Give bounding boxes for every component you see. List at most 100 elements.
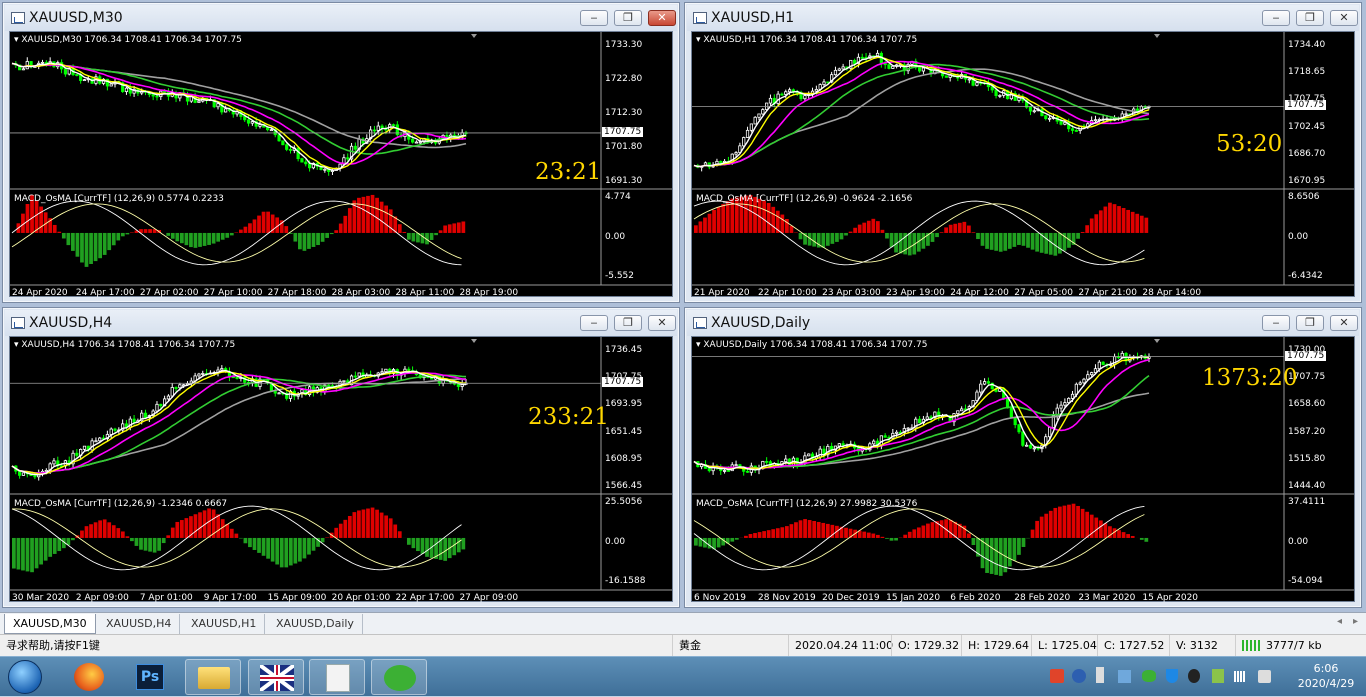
osma-bar: [794, 522, 798, 538]
chart-info-label: ▾ XAUUSD,M30 1706.34 1708.41 1706.34 170…: [14, 35, 242, 45]
taskbar-app-explorer[interactable]: [185, 659, 241, 695]
chart-area[interactable]: ▾ XAUUSD,M30 1706.34 1708.41 1706.34 170…: [9, 31, 673, 297]
maximize-button[interactable]: ❐: [614, 10, 642, 26]
macd-tick-label: -6.4342: [1288, 271, 1323, 281]
taskbar-app-document[interactable]: [309, 659, 365, 695]
flag-icon[interactable]: [1212, 669, 1224, 683]
candle-body: [392, 125, 394, 126]
candle-body: [1071, 129, 1073, 131]
tab-h4[interactable]: XAUUSD,H4: [98, 614, 180, 634]
osma-bar: [21, 538, 25, 571]
candle-body: [976, 83, 978, 86]
chart-window-h1[interactable]: XAUUSD,H1‒❐✕▾ XAUUSD,H1 1706.34 1708.41 …: [684, 2, 1362, 303]
network-cube-icon[interactable]: [1118, 670, 1131, 683]
chart-window-d1[interactable]: XAUUSD,Daily‒❐✕▾ XAUUSD,Daily 1706.34 17…: [684, 307, 1362, 608]
osma-bar: [107, 233, 111, 250]
osma-bar: [189, 233, 193, 247]
price-tick-label: 1608.95: [605, 454, 642, 464]
candle-body: [76, 75, 78, 76]
osma-bar: [253, 538, 257, 550]
time-tick-label: 15 Apr 2020: [1142, 593, 1198, 603]
maximize-button[interactable]: ❐: [1296, 315, 1324, 331]
ma-white-line: [694, 357, 1149, 470]
price-tick-label: 1444.40: [1288, 481, 1325, 491]
minimize-button[interactable]: ‒: [580, 315, 608, 331]
ime-s-icon[interactable]: [1050, 669, 1064, 683]
tab-h1[interactable]: XAUUSD,H1: [183, 614, 265, 634]
window-title-bar[interactable]: XAUUSD,H4‒❐✕: [5, 310, 677, 336]
candle-body: [1136, 109, 1138, 111]
osma-bar: [771, 207, 775, 233]
maximize-button[interactable]: ❐: [1296, 10, 1324, 26]
taskbar-app-firefox[interactable]: [62, 659, 118, 695]
window-title-bar[interactable]: XAUUSD,M30‒❐✕: [5, 5, 677, 31]
osma-bar: [1058, 233, 1062, 254]
clock[interactable]: 6:06 2020/4/29: [1290, 657, 1362, 697]
osma-bar: [439, 230, 443, 233]
time-tick-label: 28 Nov 2019: [758, 593, 816, 603]
chart-area[interactable]: ▾ XAUUSD,H1 1706.34 1708.41 1706.34 1707…: [691, 31, 1355, 297]
wechat-tray-icon[interactable]: [1142, 670, 1156, 682]
candle-body: [1060, 121, 1062, 124]
osma-bar: [1026, 233, 1030, 248]
candle-body: [1014, 417, 1016, 424]
tab-scroll-right-icon[interactable]: ▸: [1353, 616, 1358, 627]
status-close: C: 1727.52: [1097, 635, 1169, 656]
minimize-button[interactable]: ‒: [580, 10, 608, 26]
security-shield-icon[interactable]: [1166, 669, 1178, 683]
osma-bar: [790, 524, 794, 538]
chart-canvas[interactable]: [10, 337, 672, 601]
candle-body: [156, 96, 158, 97]
chart-window-h4[interactable]: XAUUSD,H4‒❐✕▾ XAUUSD,H4 1706.34 1708.41 …: [2, 307, 680, 608]
osma-bar: [461, 538, 465, 549]
osma-bar: [703, 218, 707, 233]
osma-bar: [266, 212, 270, 233]
minimize-button[interactable]: ‒: [1262, 10, 1290, 26]
close-button[interactable]: ✕: [648, 10, 676, 26]
candle-body: [419, 142, 421, 143]
candle-body: [1048, 427, 1050, 436]
osma-bar: [293, 233, 297, 242]
taskbar-app-metatrader[interactable]: [248, 659, 304, 695]
candle-body: [385, 369, 387, 371]
maximize-button[interactable]: ❐: [614, 315, 642, 331]
help-icon[interactable]: [1072, 669, 1086, 683]
chart-window-m30[interactable]: XAUUSD,M30‒❐✕▾ XAUUSD,M30 1706.34 1708.4…: [2, 2, 680, 303]
chart-area[interactable]: ▾ XAUUSD,Daily 1706.34 1708.41 1706.34 1…: [691, 336, 1355, 602]
candle-body: [842, 67, 844, 69]
osma-bar: [1040, 517, 1044, 538]
start-button[interactable]: [8, 660, 42, 694]
volume-muted-icon[interactable]: [1258, 670, 1271, 683]
osma-bar: [821, 523, 825, 538]
window-title-bar[interactable]: XAUUSD,H1‒❐✕: [687, 5, 1359, 31]
tab-m30[interactable]: XAUUSD,M30: [4, 614, 96, 634]
qq-icon[interactable]: [1188, 669, 1200, 683]
chart-area[interactable]: ▾ XAUUSD,H4 1706.34 1708.41 1706.34 1707…: [9, 336, 673, 602]
osma-bar: [103, 519, 107, 538]
chart-canvas[interactable]: [692, 32, 1354, 296]
chart-info-label: ▾ XAUUSD,H4 1706.34 1708.41 1706.34 1707…: [14, 340, 235, 350]
osma-bar: [330, 233, 334, 234]
taskbar-app-wechat[interactable]: [371, 659, 427, 695]
tab-scroll-left-icon[interactable]: ◂: [1337, 616, 1342, 627]
pen-icon[interactable]: [1096, 667, 1104, 683]
close-button[interactable]: ✕: [1330, 10, 1358, 26]
minimize-button[interactable]: ‒: [1262, 315, 1290, 331]
osma-bar: [375, 510, 379, 538]
close-button[interactable]: ✕: [1330, 315, 1358, 331]
current-price-tag: 1707.75: [602, 127, 643, 137]
taskbar-app-photoshop[interactable]: Ps: [122, 659, 178, 695]
osma-bar: [1144, 218, 1148, 233]
osma-bar: [835, 233, 839, 242]
candle-body: [1029, 107, 1031, 111]
osma-bar: [371, 508, 375, 538]
tab-daily[interactable]: XAUUSD,Daily: [268, 614, 363, 634]
status-bar: 寻求帮助,请按F1键 黄金 2020.04.24 11:00 O: 1729.3…: [0, 634, 1366, 656]
osma-bar: [185, 518, 189, 538]
close-button[interactable]: ✕: [648, 315, 676, 331]
window-title-bar[interactable]: XAUUSD,Daily‒❐✕: [687, 310, 1359, 336]
signal-bars-icon[interactable]: [1234, 671, 1246, 682]
osma-bar: [407, 233, 411, 240]
price-tick-label: 1718.65: [1288, 67, 1325, 77]
candle-body: [991, 87, 993, 90]
